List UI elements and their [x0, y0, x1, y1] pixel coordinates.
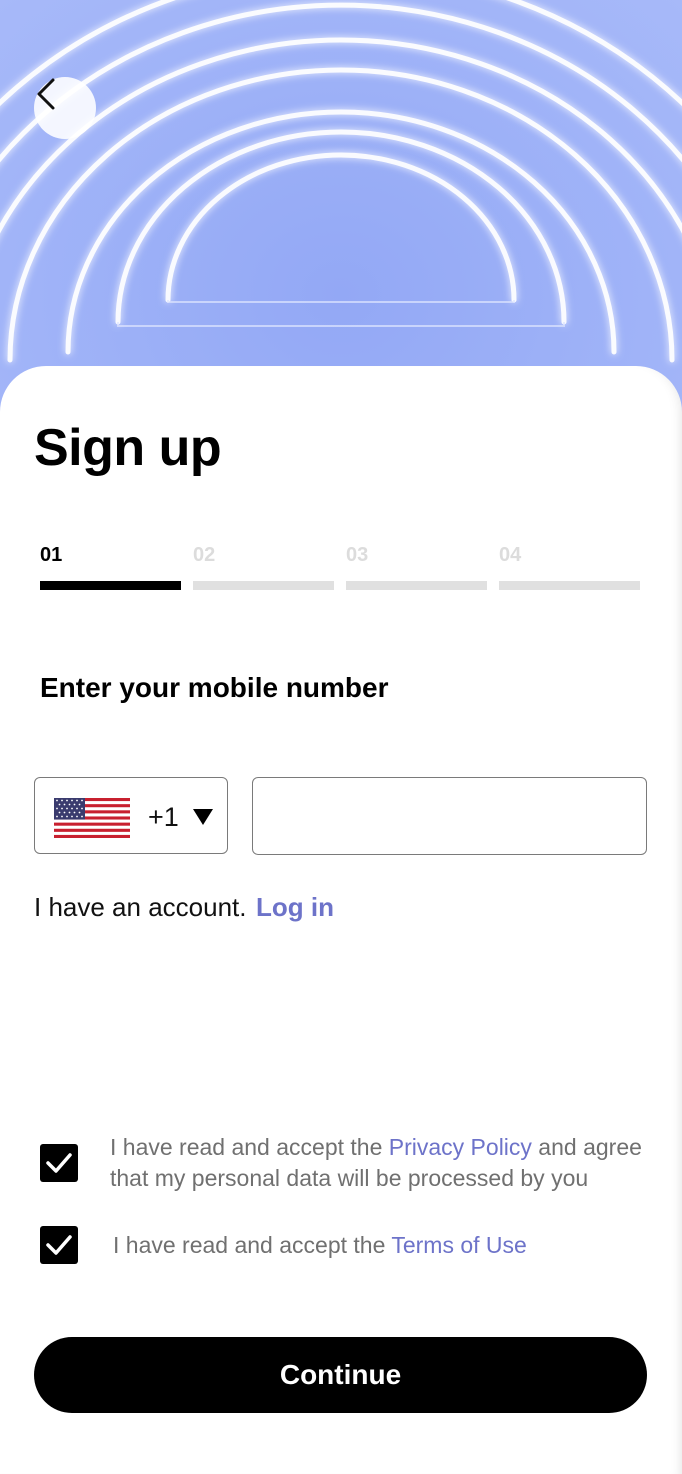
back-button[interactable] — [34, 77, 96, 139]
dial-code: +1 — [148, 802, 179, 832]
step-number: 03 — [346, 544, 369, 566]
privacy-policy-link[interactable]: Privacy Policy — [389, 1134, 532, 1160]
step-number: 04 — [499, 544, 522, 566]
consent-prefix: I have read and accept the — [113, 1232, 392, 1258]
step-indicator: 01 02 03 04 — [40, 544, 640, 594]
checkmark-icon — [46, 1153, 72, 1173]
login-link[interactable]: Log in — [256, 892, 334, 923]
terms-consent-text: I have read and accept the Terms of Use — [113, 1230, 653, 1261]
neon-arches-illustration — [0, 0, 682, 363]
consent-prefix: I have read and accept the — [110, 1134, 389, 1160]
step-number: 01 — [40, 544, 63, 566]
step-progress-bar — [346, 581, 487, 590]
privacy-consent-text: I have read and accept the Privacy Polic… — [110, 1132, 655, 1194]
country-code-select[interactable]: +1 — [34, 777, 228, 854]
us-flag-icon — [54, 798, 130, 838]
step-progress-bar — [40, 581, 181, 590]
checkmark-icon — [46, 1235, 72, 1255]
signup-form-sheet: Sign up 01 02 03 04 Enter your mobile nu… — [0, 366, 682, 1474]
section-heading: Enter your mobile number — [40, 672, 389, 703]
step-progress-bar — [193, 581, 334, 590]
continue-button[interactable]: Continue — [34, 1337, 647, 1413]
step-number: 02 — [193, 544, 216, 566]
phone-number-input[interactable] — [252, 777, 647, 855]
triangle-down-icon — [193, 809, 213, 825]
account-prompt: I have an account. — [34, 892, 247, 922]
signup-screen: Sign up 01 02 03 04 Enter your mobile nu… — [0, 0, 682, 1474]
step-progress-bar — [499, 581, 640, 590]
page-title: Sign up — [34, 419, 222, 477]
privacy-consent-checkbox[interactable] — [40, 1144, 78, 1182]
terms-consent-checkbox[interactable] — [40, 1226, 78, 1264]
terms-of-use-link[interactable]: Terms of Use — [391, 1232, 526, 1258]
chevron-left-icon — [37, 78, 55, 110]
hero-background — [0, 0, 682, 420]
